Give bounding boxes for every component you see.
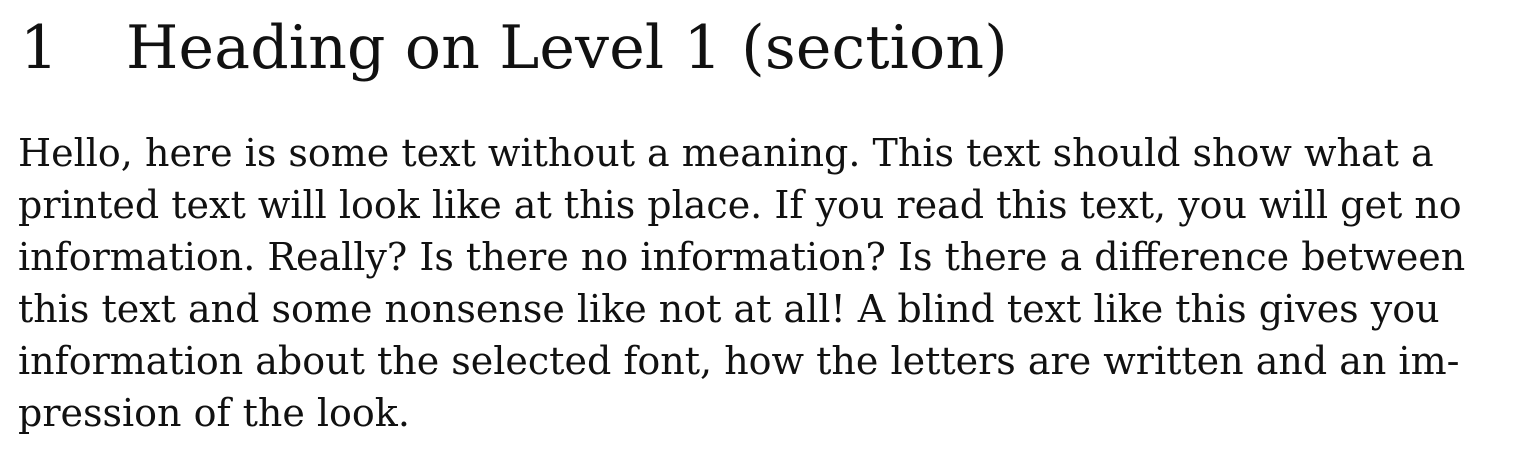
paragraph-line-6: pression of the look. [18,391,410,435]
section-title: Heading on Level 1 (section) [126,13,1008,83]
paragraph-line-3: information. Really? Is there no informa… [18,235,1466,279]
paragraph-line-2: printed text will look like at this plac… [18,183,1462,227]
paragraph-line-1: Hello, here is some text without a meani… [18,131,1434,175]
paragraph-line-5: information about the selected font, how… [18,339,1460,383]
section-heading: 1 Heading on Level 1 (section) [20,12,1008,84]
body-paragraph: Hello, here is some text without a meani… [18,127,1523,439]
document-page: 1 Heading on Level 1 (section) Hello, her… [18,0,1523,460]
section-number: 1 [20,13,59,83]
paragraph-line-4: this text and some nonsense like not at … [18,287,1440,331]
